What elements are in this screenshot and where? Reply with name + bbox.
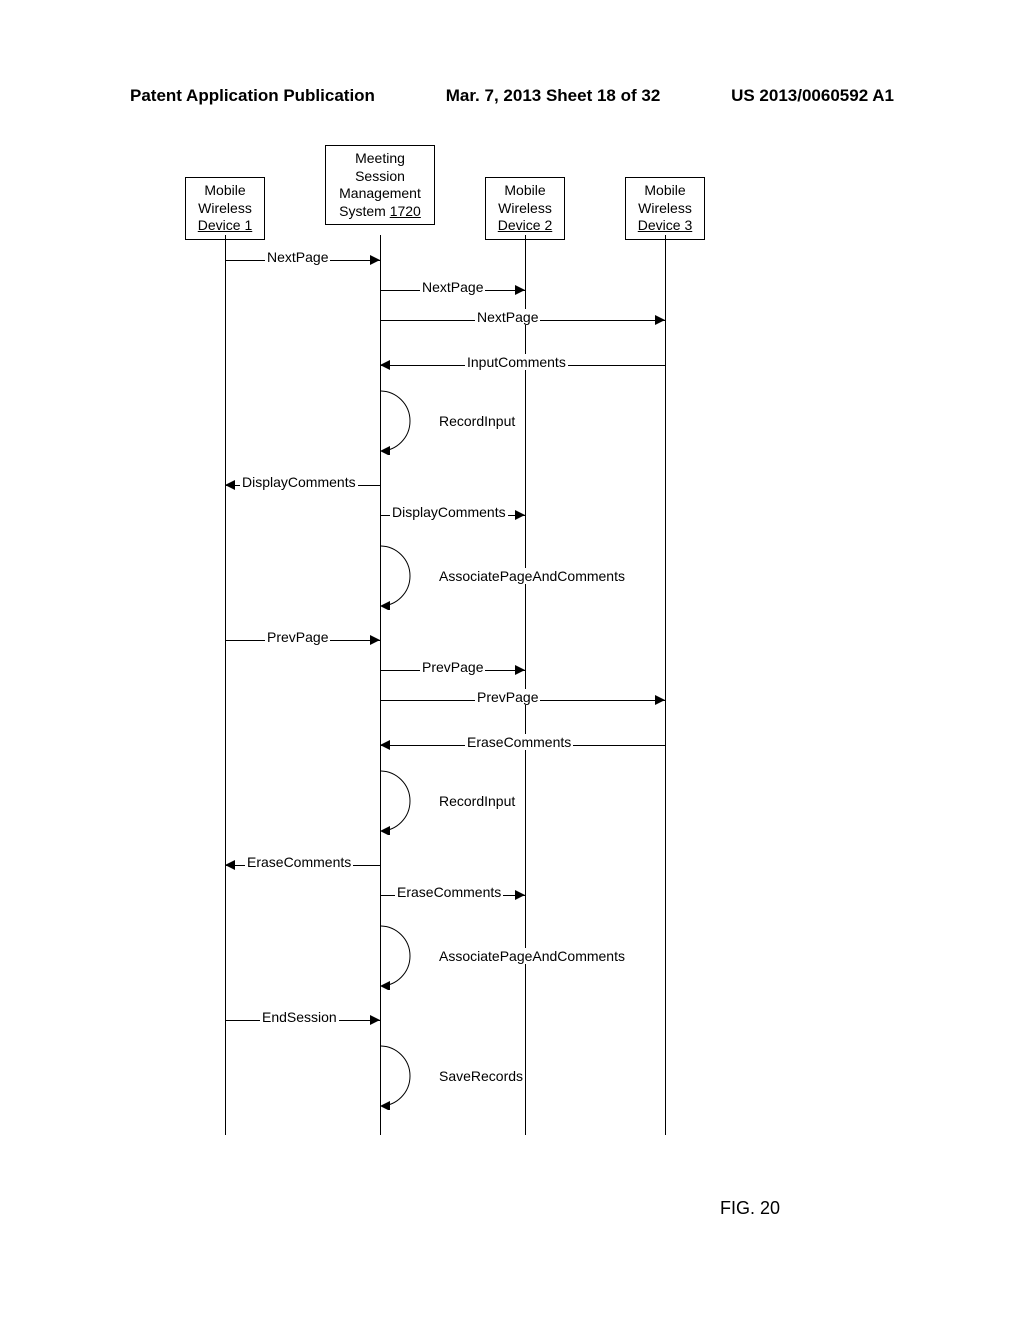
arrow-left-icon [380, 740, 390, 750]
lifeline-line-3 [525, 235, 526, 1135]
arrow-right-icon [515, 285, 525, 295]
sequence-diagram: Mobile Wireless Device 1 Meeting Session… [165, 135, 725, 1145]
msg-label-associate-1: AssociatePageAndComments [437, 568, 627, 584]
msg-label-recordinput-2: RecordInput [437, 793, 517, 809]
header-center: Mar. 7, 2013 Sheet 18 of 32 [446, 86, 661, 106]
msg-label-nextpage-3: NextPage [475, 309, 540, 325]
arrow-left-icon [225, 480, 235, 490]
arrow-right-icon [370, 635, 380, 645]
arrow-right-icon [370, 255, 380, 265]
msg-label-erasecomments-3: EraseComments [395, 884, 503, 900]
msg-label-inputcomments: InputComments [465, 354, 568, 370]
msg-label-prevpage-1: PrevPage [265, 629, 330, 645]
msg-label-associate-2: AssociatePageAndComments [437, 948, 627, 964]
header-right: US 2013/0060592 A1 [731, 86, 894, 106]
arrow-right-icon [515, 665, 525, 675]
msg-label-displaycomments-1: DisplayComments [240, 474, 358, 490]
msg-label-saverecords: SaveRecords [437, 1068, 525, 1084]
msg-label-erasecomments-2: EraseComments [245, 854, 353, 870]
arrow-right-icon [515, 510, 525, 520]
lifeline-device-2: Mobile Wireless Device 2 [485, 177, 565, 240]
page-header: Patent Application Publication Mar. 7, 2… [0, 86, 1024, 106]
msg-label-prevpage-2: PrevPage [420, 659, 485, 675]
arrow-right-icon [655, 315, 665, 325]
arrow-right-icon [515, 890, 525, 900]
lifeline-line-2 [380, 235, 381, 1135]
msg-label-erasecomments-1: EraseComments [465, 734, 573, 750]
lifeline-device-3: Mobile Wireless Device 3 [625, 177, 705, 240]
msg-label-displaycomments-2: DisplayComments [390, 504, 508, 520]
lifeline-line-4 [665, 235, 666, 1135]
msg-label-nextpage-2: NextPage [420, 279, 485, 295]
msg-label-nextpage-1: NextPage [265, 249, 330, 265]
msg-label-prevpage-3: PrevPage [475, 689, 540, 705]
lifeline-line-1 [225, 235, 226, 1135]
lifeline-management-system: Meeting Session Management System 1720 [325, 145, 435, 225]
header-left: Patent Application Publication [130, 86, 375, 106]
arrow-right-icon [655, 695, 665, 705]
arrow-right-icon [370, 1015, 380, 1025]
msg-label-recordinput-1: RecordInput [437, 413, 517, 429]
figure-label: FIG. 20 [720, 1198, 780, 1219]
arrow-left-icon [380, 360, 390, 370]
lifeline-device-1: Mobile Wireless Device 1 [185, 177, 265, 240]
arrow-left-icon [225, 860, 235, 870]
msg-label-endsession: EndSession [260, 1009, 339, 1025]
